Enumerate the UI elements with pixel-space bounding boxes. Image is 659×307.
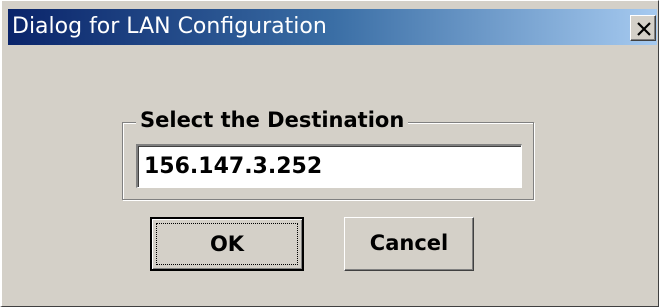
cancel-button[interactable]: Cancel	[344, 217, 474, 271]
close-button[interactable]	[630, 15, 656, 41]
title-bar[interactable]: Dialog for LAN Configuration	[8, 9, 657, 45]
cancel-button-label: Cancel	[369, 231, 449, 255]
ok-button-label: OK	[209, 232, 245, 256]
close-icon	[637, 22, 651, 36]
destination-group-label: Select the Destination	[136, 105, 409, 135]
window-title: Dialog for LAN Configuration	[12, 14, 327, 39]
ok-button[interactable]: OK	[150, 217, 304, 271]
lan-config-dialog: Dialog for LAN Configuration Select the …	[0, 0, 659, 307]
destination-input[interactable]	[136, 144, 522, 188]
